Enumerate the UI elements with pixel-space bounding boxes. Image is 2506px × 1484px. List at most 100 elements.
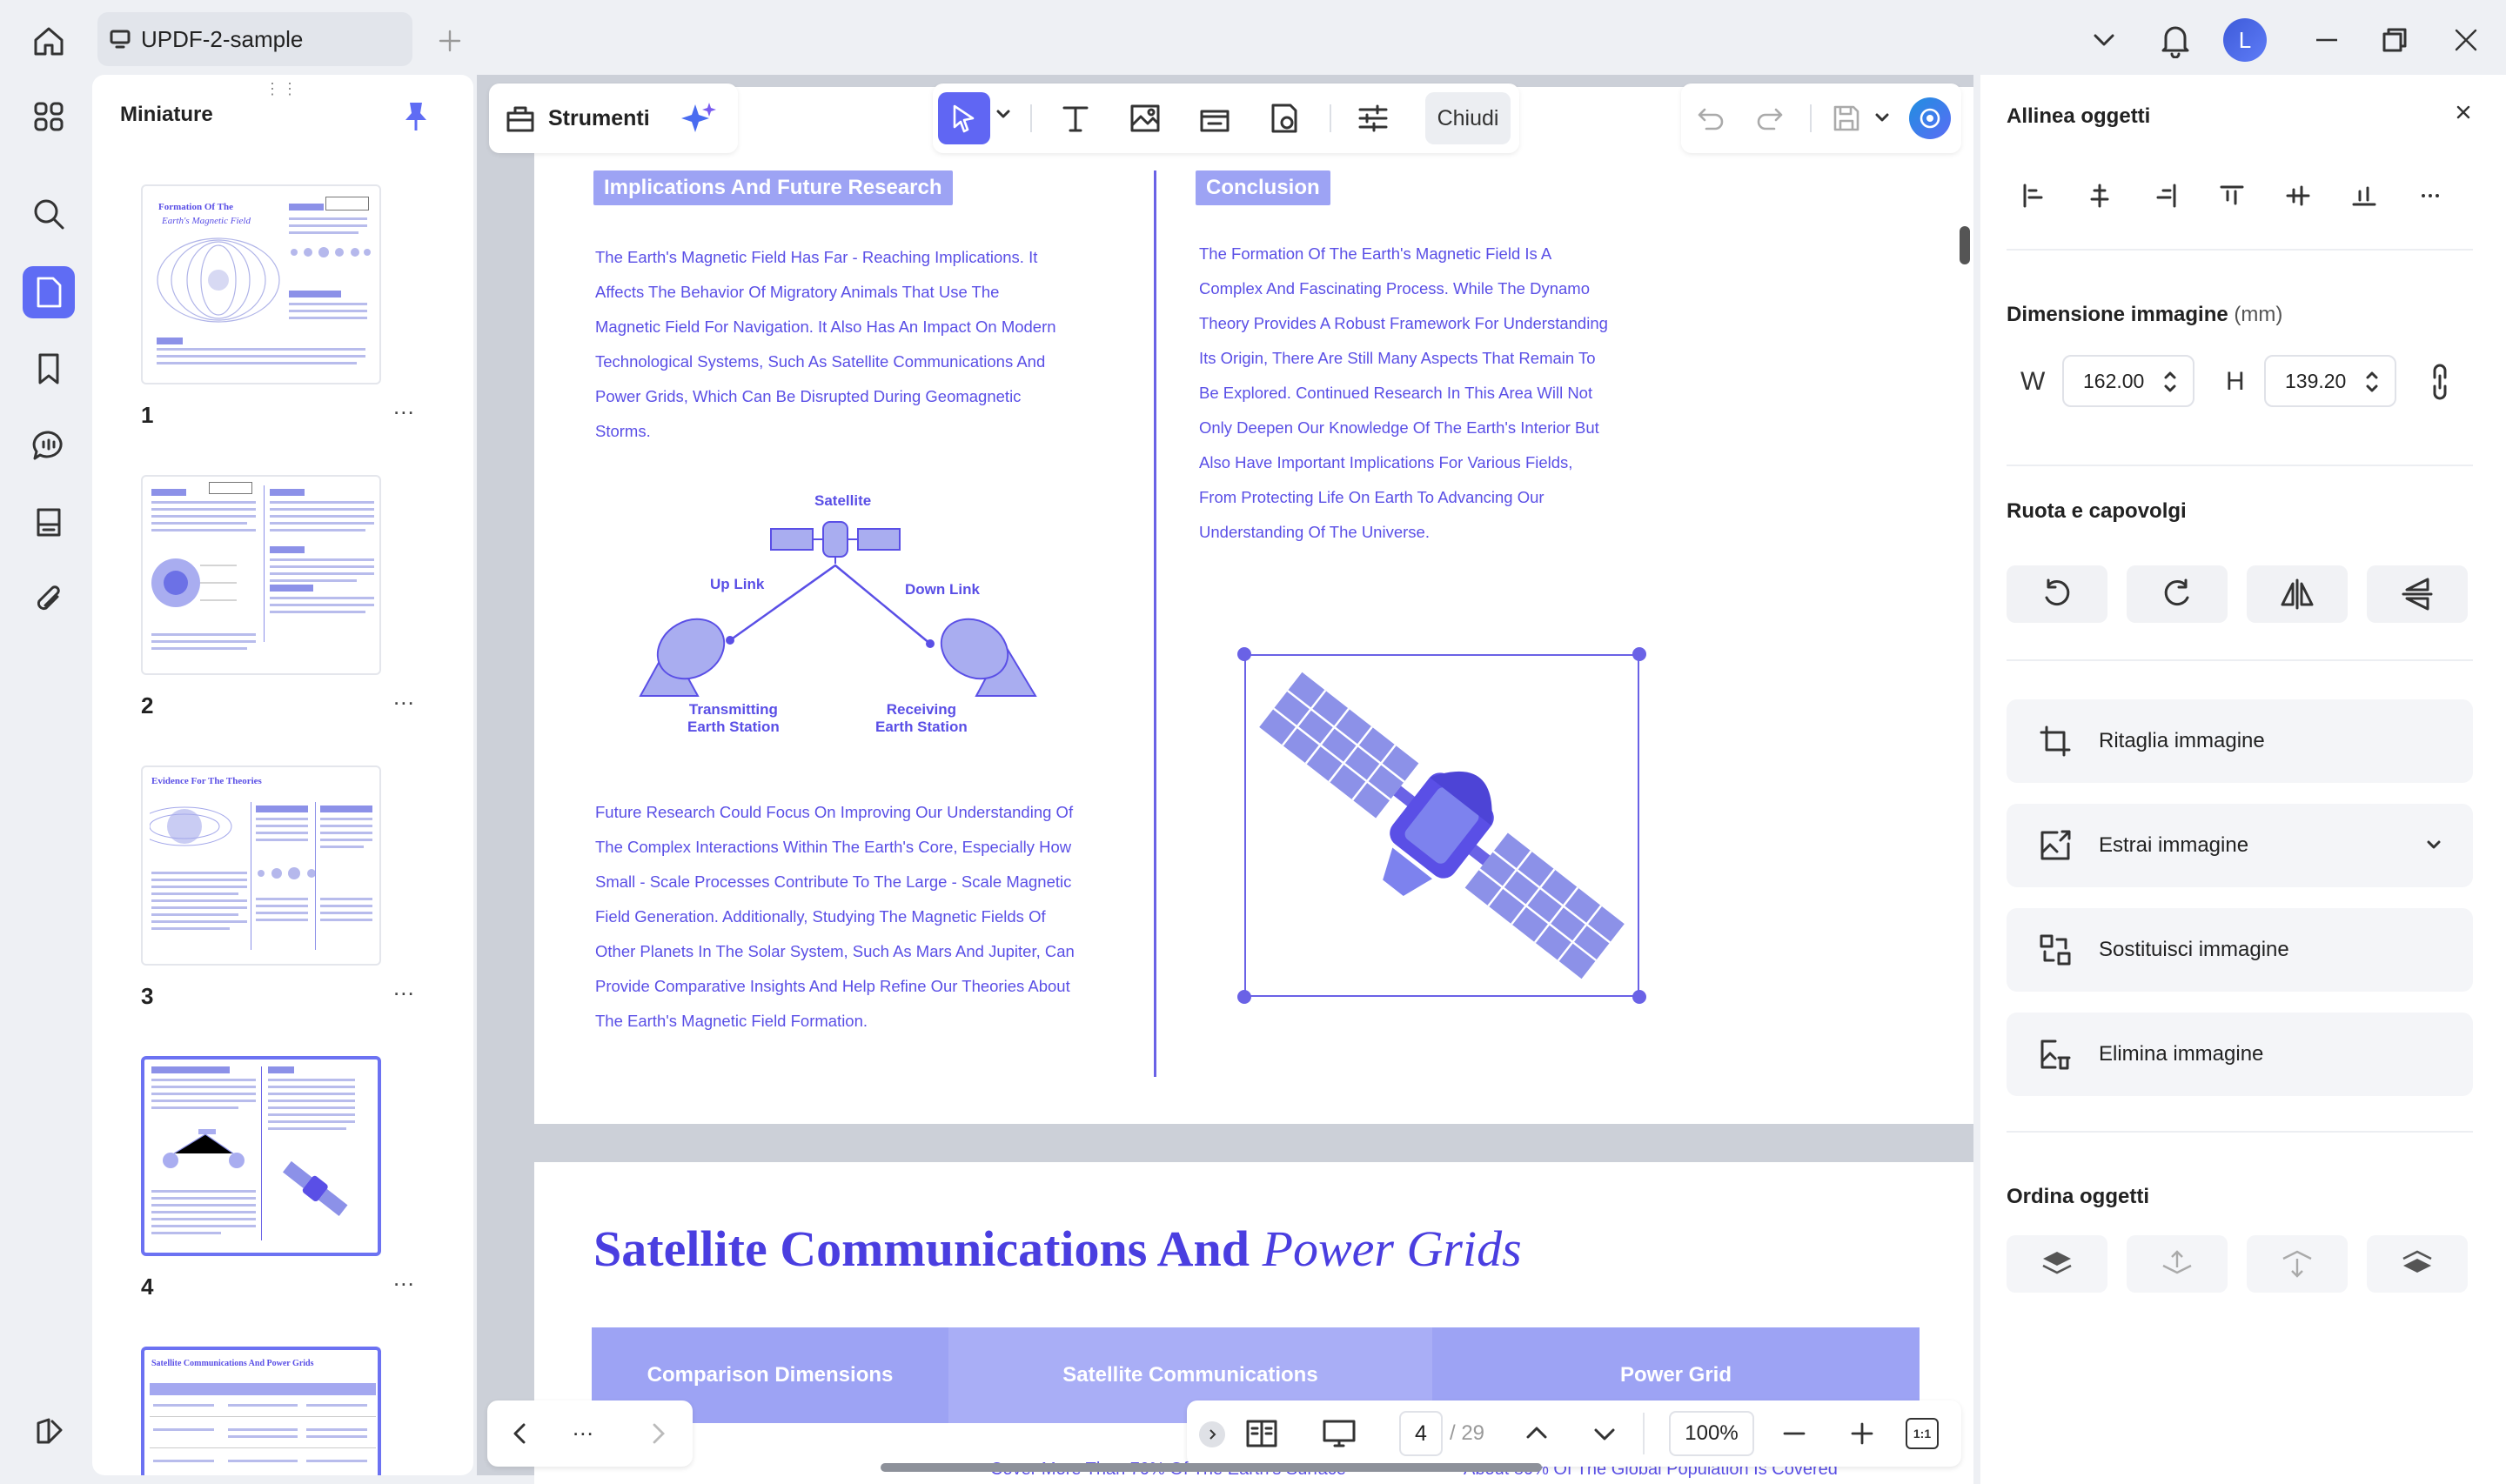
resize-handle-sw[interactable]	[1237, 990, 1251, 1004]
panel-resize-handle[interactable]: ⋮⋮	[265, 80, 299, 98]
next-button[interactable]	[642, 1418, 673, 1449]
replace-image-button[interactable]: Sostituisci immagine	[2007, 908, 2473, 992]
presentation-button[interactable]	[1321, 1416, 1357, 1451]
selected-image[interactable]	[1244, 654, 1639, 997]
home-button[interactable]	[24, 17, 73, 66]
add-image-button[interactable]	[1119, 92, 1171, 144]
send-backward-button[interactable]	[2247, 1235, 2348, 1293]
extract-image-button[interactable]: Estrai immagine	[2007, 804, 2473, 887]
total-pages: / 29	[1450, 1421, 1485, 1445]
resize-handle-ne[interactable]	[1632, 647, 1646, 661]
collapse-bar-button[interactable]	[1199, 1421, 1225, 1447]
flip-vertical-button[interactable]	[2367, 565, 2468, 623]
align-center-v-button[interactable]	[2275, 172, 2322, 219]
thumb-more-button[interactable]: ...	[393, 393, 415, 420]
more-align-button[interactable]	[2407, 172, 2454, 219]
close-edit-button[interactable]: Chiudi	[1425, 92, 1511, 144]
zoom-level[interactable]: 100%	[1669, 1411, 1754, 1456]
previous-button[interactable]	[505, 1418, 536, 1449]
thumbnail-page-4[interactable]	[141, 1056, 381, 1256]
zoom-out-button[interactable]	[1779, 1418, 1810, 1449]
flip-horizontal-button[interactable]	[2247, 565, 2348, 623]
properties-button[interactable]	[1347, 92, 1399, 144]
stepper-icon[interactable]	[2365, 369, 2379, 395]
align-top-button[interactable]	[2208, 172, 2255, 219]
bar-separator	[1643, 1413, 1645, 1454]
rail-thumbnails-button[interactable]	[23, 266, 75, 318]
previous-page-button[interactable]	[1521, 1418, 1552, 1449]
delete-image-button[interactable]: Elimina immagine	[2007, 1013, 2473, 1096]
user-avatar[interactable]: L	[2223, 18, 2267, 62]
height-input[interactable]: 139.20	[2264, 355, 2396, 407]
thumbnail-page-5[interactable]: Satellite Communications And Power Grids	[141, 1347, 381, 1475]
bring-to-front-button[interactable]	[2007, 1235, 2107, 1293]
replace-image-label: Sostituisci immagine	[2099, 938, 2289, 961]
tools-menu[interactable]: Strumenti	[489, 84, 738, 153]
next-page-button[interactable]	[1589, 1418, 1620, 1449]
left-paragraph: The Earth's Magnetic Field Has Far - Rea…	[595, 248, 1056, 440]
redo-button[interactable]	[1744, 92, 1796, 144]
send-to-back-button[interactable]	[2367, 1235, 2468, 1293]
document-tab[interactable]: UPDF-2-sample	[97, 12, 412, 66]
vertical-scrollbar[interactable]	[1960, 226, 1970, 264]
ai-sparkle-icon[interactable]	[680, 101, 718, 136]
section-heading-left: Implications And Future Research	[593, 170, 953, 205]
width-input[interactable]: 162.00	[2062, 355, 2194, 407]
align-right-button[interactable]	[2142, 172, 2189, 219]
align-bottom-button[interactable]	[2341, 172, 2388, 219]
thumb-more-button[interactable]: ...	[393, 1265, 415, 1292]
dropdown-button[interactable]	[2080, 16, 2128, 64]
rail-bookmarks-button[interactable]	[23, 343, 75, 395]
crop-image-button[interactable]: Ritaglia immagine	[2007, 699, 2473, 783]
actual-size-button[interactable]: 1:1	[1906, 1418, 1939, 1449]
rail-overview-button[interactable]	[23, 90, 75, 143]
rail-forms-button[interactable]	[23, 496, 75, 548]
restore-button[interactable]	[2370, 16, 2419, 64]
zoom-in-button[interactable]	[1846, 1418, 1878, 1449]
satellite-image	[1259, 672, 1625, 979]
ai-assistant-button[interactable]	[1909, 97, 1951, 139]
rail-attachments-button[interactable]	[23, 572, 75, 625]
current-page-input[interactable]: 4	[1399, 1411, 1443, 1456]
select-tool-button[interactable]	[938, 92, 990, 144]
add-watermark-button[interactable]	[1258, 92, 1310, 144]
page-layout-button[interactable]	[1244, 1416, 1279, 1451]
add-link-button[interactable]	[1189, 92, 1241, 144]
rail-search-button[interactable]	[23, 188, 75, 240]
add-text-button[interactable]	[1049, 92, 1102, 144]
bring-forward-icon	[2162, 1250, 2192, 1274]
align-right-icon	[2156, 184, 2176, 208]
bring-forward-button[interactable]	[2127, 1235, 2228, 1293]
thumb-more-button[interactable]: ...	[393, 684, 415, 711]
undo-button[interactable]	[1685, 92, 1737, 144]
thumbnail-page-2[interactable]	[141, 475, 381, 675]
align-left-button[interactable]	[2010, 172, 2057, 219]
pin-button[interactable]	[402, 99, 430, 134]
rotate-left-button[interactable]	[2007, 565, 2107, 623]
resize-handle-se[interactable]	[1632, 990, 1646, 1004]
rail-comments-button[interactable]	[23, 419, 75, 471]
rotate-right-button[interactable]	[2127, 565, 2228, 623]
thumb-more-button[interactable]: ...	[393, 974, 415, 1001]
thumbnail-page-1[interactable]: Formation Of The Earth's Magnetic Field	[141, 184, 381, 384]
save-button[interactable]	[1820, 92, 1873, 144]
diagram-label-uplink: Up Link	[710, 576, 765, 592]
lock-ratio-button[interactable]	[2429, 362, 2450, 402]
stepper-icon[interactable]	[2163, 369, 2177, 395]
close-window-button[interactable]	[2442, 16, 2490, 64]
left-paragraph-2: Future Research Could Focus On Improving…	[595, 803, 1075, 1030]
close-panel-button[interactable]	[2450, 99, 2476, 125]
save-dropdown[interactable]	[1874, 111, 1890, 124]
align-center-h-button[interactable]	[2076, 172, 2123, 219]
notifications-button[interactable]	[2151, 16, 2200, 64]
rail-theme-button[interactable]	[23, 1406, 75, 1458]
new-tab-button[interactable]	[428, 19, 472, 63]
chevron-down-icon	[2094, 34, 2114, 46]
more-button[interactable]: ...	[573, 1414, 594, 1441]
resize-handle-nw[interactable]	[1237, 647, 1251, 661]
horizontal-scrollbar[interactable]	[881, 1463, 1542, 1472]
minimize-button[interactable]	[2302, 16, 2351, 64]
align-left-icon	[2023, 184, 2043, 208]
select-tool-dropdown[interactable]	[995, 108, 1011, 120]
thumbnail-page-3[interactable]: Evidence For The Theories	[141, 765, 381, 966]
